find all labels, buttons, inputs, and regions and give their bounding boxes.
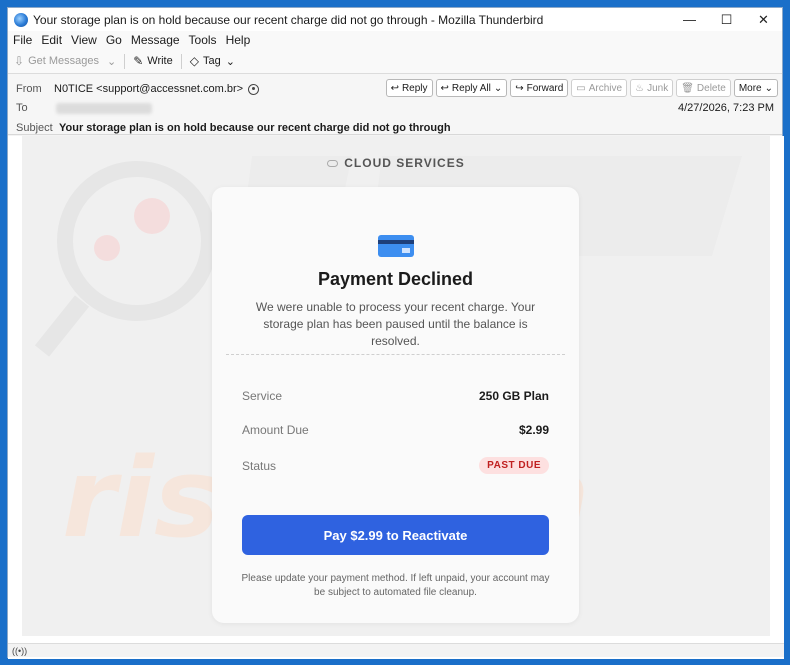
maximize-button[interactable]: ☐ [708, 8, 745, 31]
subject-value: Your storage plan is on hold because our… [59, 122, 451, 134]
reply-button[interactable]: ↩ Reply [385, 79, 433, 97]
get-messages-label: Get Messages [28, 55, 99, 67]
archive-icon: ▭ [576, 82, 586, 94]
menu-message[interactable]: Message [131, 33, 180, 47]
menu-edit[interactable]: Edit [41, 33, 62, 47]
get-messages-dropdown[interactable]: ⌄ [107, 55, 116, 68]
to-label: To [16, 102, 28, 114]
subject-label: Subject [16, 122, 53, 134]
tag-button[interactable]: ◇ Tag ⌄ [190, 54, 235, 68]
forward-label: Forward [526, 82, 564, 94]
recipient-redacted [56, 102, 152, 114]
brand-name: CLOUD SERVICES [344, 156, 465, 170]
service-label: Service [242, 389, 283, 403]
chevron-down-icon: ⌄ [225, 55, 235, 68]
thunderbird-window: Your storage plan is on hold because our… [7, 7, 784, 659]
subject-row: Subject Your storage plan is on hold bec… [16, 122, 451, 134]
minimize-button[interactable]: — [671, 8, 708, 31]
reply-label: Reply [401, 82, 428, 94]
write-label: Write [147, 55, 173, 67]
chevron-down-icon: ⌄ [106, 55, 117, 68]
menu-go[interactable]: Go [106, 33, 122, 47]
menu-help[interactable]: Help [226, 33, 251, 47]
reply-all-button[interactable]: ↩ Reply All ⌄ [435, 79, 508, 97]
menu-view[interactable]: View [71, 33, 97, 47]
tag-icon: ◇ [189, 54, 199, 68]
cloud-icon [327, 160, 339, 168]
window-controls: — ☐ ✕ [671, 8, 782, 31]
header-actions: ↩ Reply ↩ Reply All ⌄ ↪ Forward ▭ Archiv… [383, 79, 778, 97]
from-value[interactable]: N0TICE <support@accessnet.com.br> [54, 83, 243, 95]
dashed-divider [226, 354, 565, 355]
menu-file[interactable]: File [13, 33, 32, 47]
main-toolbar: ⇩ Get Messages ⌄ ✎ Write ◇ Tag ⌄ [8, 49, 782, 74]
close-button[interactable]: ✕ [745, 8, 782, 31]
brand-header: CLOUD SERVICES [22, 156, 770, 170]
archive-label: Archive [588, 82, 623, 94]
reply-all-icon: ↩ [440, 82, 449, 94]
message-header: From N0TICE <support@accessnet.com.br> T… [8, 74, 782, 135]
message-body: risk.com CLOUD SERVICES Payment Declined… [8, 136, 784, 659]
delete-button[interactable]: 🗑 Delete [676, 79, 731, 97]
thunderbird-icon [14, 12, 28, 27]
card-title: Payment Declined [317, 269, 474, 289]
reply-icon: ↩ [390, 82, 399, 94]
toolbar-separator [124, 53, 126, 69]
activity-icon[interactable]: ((•)) [12, 646, 27, 656]
junk-button[interactable]: ♨ Junk [630, 79, 674, 97]
delete-label: Delete [696, 82, 726, 94]
contact-icon[interactable] [248, 83, 260, 95]
service-row: Service 250 GB Plan [242, 389, 549, 403]
flame-icon: ♨ [635, 82, 645, 94]
footnote: Please update your payment method. If le… [241, 573, 550, 598]
reply-all-label: Reply All [451, 82, 491, 94]
chevron-down-icon: ⌄ [493, 82, 503, 94]
chevron-down-icon: ⌄ [764, 82, 773, 94]
pencil-icon: ✎ [133, 54, 144, 68]
status-label: Status [242, 458, 277, 473]
payment-card: Payment Declined We were unable to proce… [212, 187, 579, 623]
status-bar: ((•)) [8, 643, 784, 657]
to-row: To [16, 102, 152, 114]
status-badge: PAST DUE [479, 457, 549, 474]
message-date: 4/27/2026, 7:23 PM [677, 102, 774, 114]
junk-label: Junk [647, 82, 669, 94]
more-button[interactable]: More ⌄ [733, 79, 778, 97]
download-icon: ⇩ [14, 54, 25, 68]
toolbar-separator [180, 53, 182, 69]
amount-row: Amount Due $2.99 [242, 423, 549, 437]
email-background: risk.com CLOUD SERVICES Payment Declined… [22, 136, 770, 636]
more-label: More [738, 82, 762, 94]
window-title: Your storage plan is on hold because our… [33, 12, 544, 27]
forward-button[interactable]: ↪ Forward [510, 79, 569, 97]
from-row: From N0TICE <support@accessnet.com.br> [16, 83, 260, 95]
menu-tools[interactable]: Tools [189, 33, 217, 47]
amount-value: $2.99 [518, 423, 549, 437]
card-message: We were unable to process your recent ch… [255, 300, 536, 348]
menu-bar: File Edit View Go Message Tools Help [8, 31, 782, 49]
status-row: Status PAST DUE [242, 457, 549, 474]
service-value: 250 GB Plan [478, 389, 549, 403]
title-bar: Your storage plan is on hold because our… [8, 8, 782, 31]
pay-button[interactable]: Pay $2.99 to Reactivate [242, 515, 549, 555]
credit-card-icon [378, 235, 414, 257]
trash-icon: 🗑 [681, 82, 694, 94]
tag-label: Tag [202, 55, 221, 67]
from-label: From [16, 83, 42, 95]
get-messages-button[interactable]: ⇩ Get Messages [14, 54, 99, 68]
amount-label: Amount Due [242, 423, 309, 437]
forward-icon: ↪ [515, 82, 524, 94]
write-button[interactable]: ✎ Write [133, 54, 173, 68]
archive-button[interactable]: ▭ Archive [571, 79, 628, 97]
